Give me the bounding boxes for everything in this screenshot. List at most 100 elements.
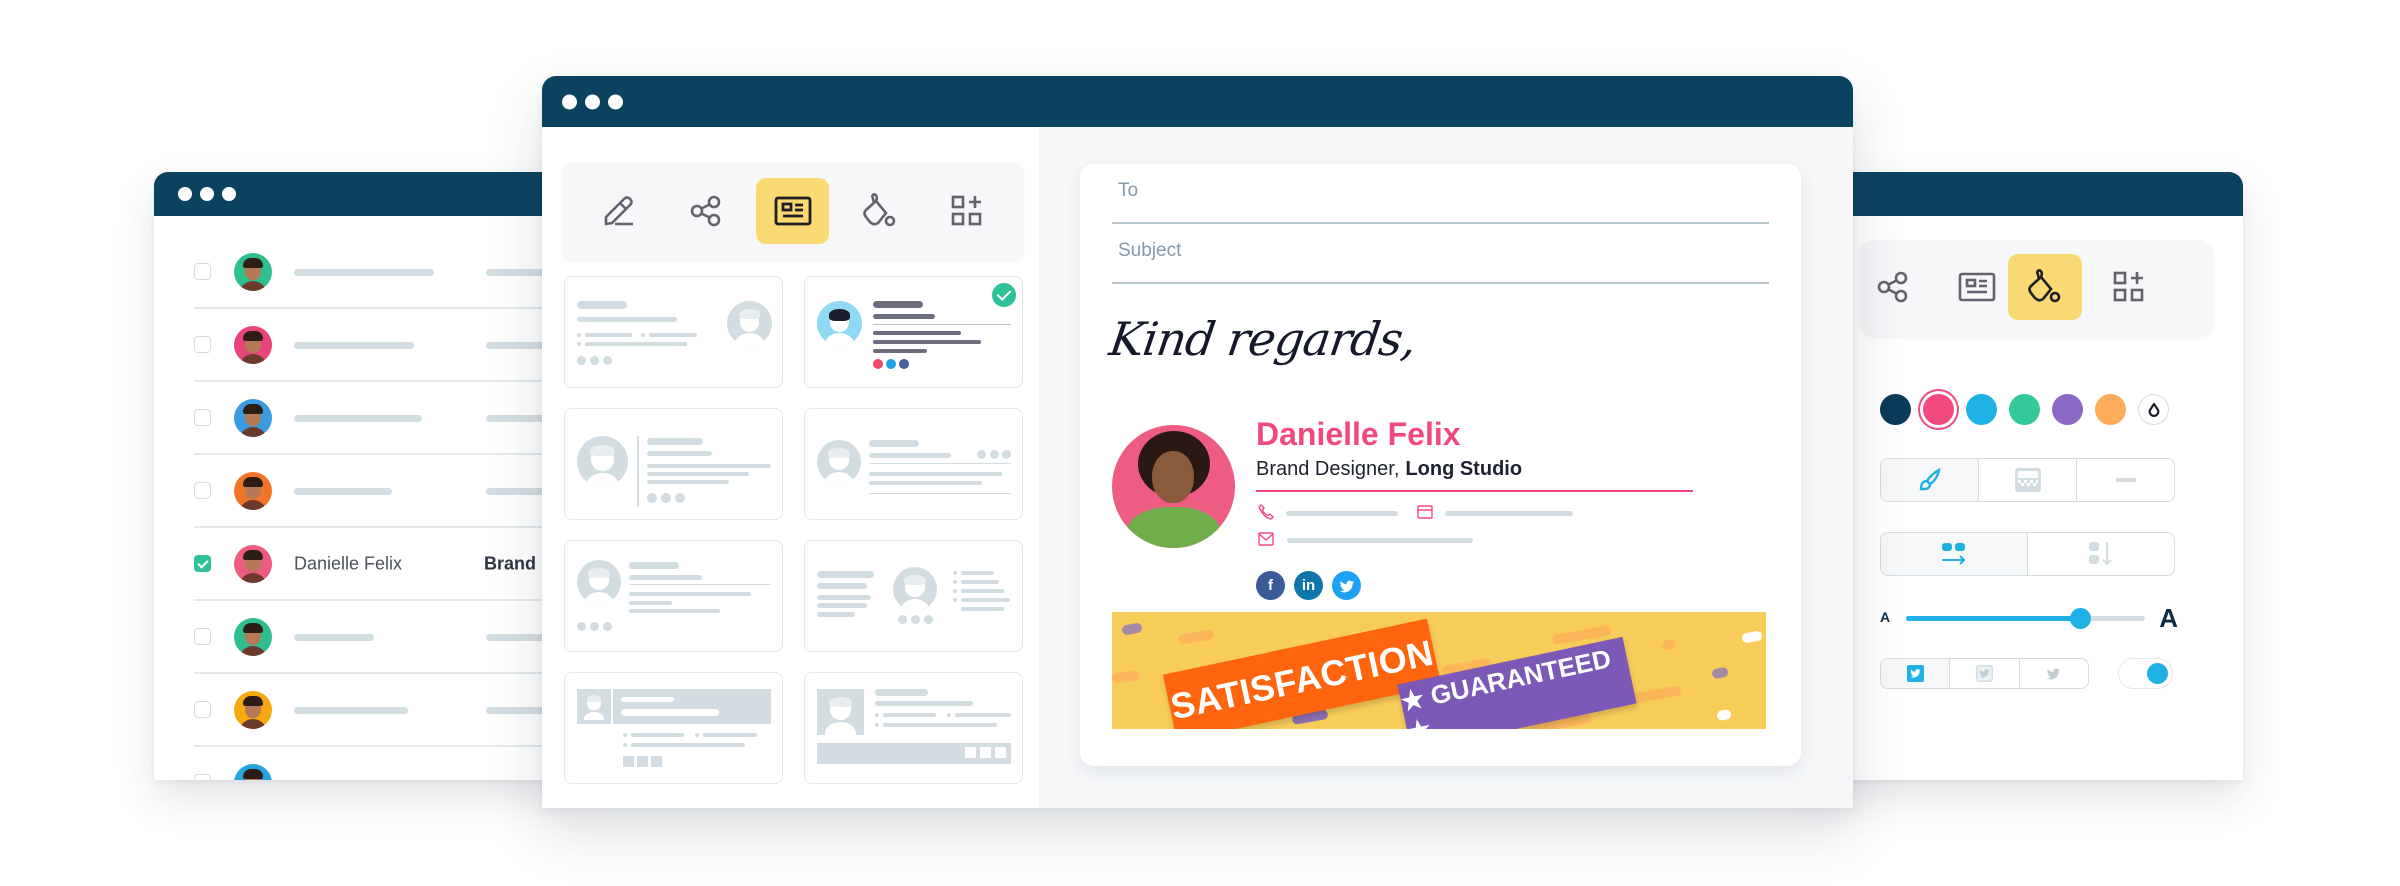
paint-bucket-icon bbox=[862, 193, 895, 227]
toggle-knob bbox=[2147, 663, 2168, 684]
website-icon bbox=[1417, 505, 1433, 519]
avatar bbox=[234, 544, 272, 583]
slider-track[interactable] bbox=[1906, 608, 2145, 629]
layout-tool-button[interactable] bbox=[1940, 254, 2014, 320]
row-checkbox[interactable] bbox=[194, 408, 211, 426]
color-swatch[interactable] bbox=[1966, 394, 1997, 425]
name-placeholder bbox=[294, 268, 434, 276]
avatar bbox=[234, 398, 272, 437]
contacts-window: Danielle FelixBrand Designer bbox=[154, 172, 574, 780]
avatar-placeholder bbox=[817, 689, 864, 735]
email-preview-pane: To Subject Kind regards, Danielle Felix … bbox=[1039, 127, 1853, 808]
facebook-icon[interactable]: f bbox=[1256, 571, 1285, 600]
signature-divider bbox=[1256, 490, 1693, 492]
font-size-slider: A A bbox=[1880, 602, 2178, 633]
window-dot[interactable] bbox=[562, 94, 577, 109]
window-dot[interactable] bbox=[200, 187, 214, 201]
subject-field[interactable]: Subject bbox=[1112, 224, 1769, 284]
divider-brush-option[interactable] bbox=[1881, 459, 1979, 501]
editor-toolbar bbox=[562, 163, 1023, 259]
contact-row[interactable]: Danielle FelixBrand Designer bbox=[194, 528, 574, 601]
horizontal-layout-option[interactable] bbox=[1881, 533, 2028, 575]
social-style-plain-option[interactable] bbox=[2020, 659, 2088, 688]
promo-banner[interactable]: SATISFACTION ★ GUARANTEED ★ bbox=[1112, 612, 1766, 729]
window-dot[interactable] bbox=[585, 94, 600, 109]
row-checkbox[interactable] bbox=[194, 554, 211, 572]
design-toolbar bbox=[1860, 240, 2213, 336]
share-icon bbox=[1877, 271, 1908, 303]
row-checkbox[interactable] bbox=[194, 773, 211, 780]
template-card[interactable] bbox=[564, 408, 783, 520]
window-dot[interactable] bbox=[222, 187, 236, 201]
name-placeholder bbox=[294, 706, 408, 714]
vertical-layout-option[interactable] bbox=[2028, 533, 2174, 575]
divider-pattern-option[interactable] bbox=[1979, 459, 2077, 501]
social-style-outline-option[interactable] bbox=[1950, 659, 2020, 688]
row-checkbox[interactable] bbox=[194, 700, 211, 718]
divider-line-option[interactable] bbox=[2077, 459, 2174, 501]
design-window: A A bbox=[1800, 172, 2243, 780]
linkedin-icon[interactable]: in bbox=[1294, 571, 1323, 600]
slider-thumb[interactable] bbox=[2070, 608, 2092, 629]
color-swatch[interactable] bbox=[1923, 394, 1954, 425]
row-checkbox[interactable] bbox=[194, 627, 211, 645]
style-tool-button[interactable] bbox=[2008, 254, 2082, 320]
contact-row[interactable] bbox=[194, 674, 574, 747]
contact-row[interactable] bbox=[194, 382, 574, 455]
contact-row[interactable] bbox=[194, 455, 574, 528]
paint-bucket-icon bbox=[2028, 269, 2061, 303]
name-placeholder bbox=[294, 487, 392, 495]
apps-tool-button[interactable] bbox=[930, 178, 1003, 244]
apps-tool-button[interactable] bbox=[2092, 254, 2166, 320]
droplet-icon bbox=[2148, 402, 2159, 417]
share-tool-button[interactable] bbox=[1856, 254, 1930, 320]
edit-details-tool-button[interactable] bbox=[582, 178, 655, 244]
template-card[interactable] bbox=[804, 540, 1023, 652]
pattern-icon bbox=[2014, 468, 2041, 492]
contact-row[interactable] bbox=[194, 236, 574, 309]
template-card[interactable] bbox=[804, 672, 1023, 784]
template-card-selected[interactable] bbox=[804, 276, 1023, 388]
template-card[interactable] bbox=[564, 540, 783, 652]
avatar bbox=[234, 763, 272, 780]
add-widget-icon bbox=[2113, 271, 2144, 302]
contact-row[interactable] bbox=[194, 601, 574, 674]
color-swatch[interactable] bbox=[1880, 394, 1911, 425]
window-dot[interactable] bbox=[178, 187, 192, 201]
to-field[interactable]: To bbox=[1112, 164, 1769, 224]
twitter-plain-icon bbox=[2047, 668, 2061, 680]
template-card[interactable] bbox=[564, 672, 783, 784]
avatar-placeholder bbox=[817, 301, 862, 346]
social-icon-style-selector bbox=[1880, 658, 2089, 689]
contact-name: Danielle Felix bbox=[294, 553, 403, 573]
template-card[interactable] bbox=[564, 276, 783, 388]
color-swatch[interactable] bbox=[2052, 394, 2083, 425]
custom-color-button[interactable] bbox=[2138, 394, 2169, 425]
avatar-placeholder bbox=[577, 436, 628, 487]
closing-text: Kind regards, bbox=[1106, 312, 1420, 366]
template-tool-button[interactable] bbox=[756, 178, 829, 244]
avatar-placeholder bbox=[817, 440, 861, 484]
line-icon bbox=[2115, 478, 2136, 482]
style-tool-button[interactable] bbox=[843, 178, 916, 244]
template-card[interactable] bbox=[804, 408, 1023, 520]
color-swatch[interactable] bbox=[2095, 394, 2126, 425]
social-tool-button[interactable] bbox=[669, 178, 742, 244]
signature-name: Danielle Felix bbox=[1256, 416, 1461, 452]
row-checkbox[interactable] bbox=[194, 335, 211, 353]
color-swatch[interactable] bbox=[2009, 394, 2040, 425]
window-dot[interactable] bbox=[608, 94, 623, 109]
title-bar bbox=[154, 172, 574, 216]
slider-fill bbox=[1906, 616, 2081, 621]
twitter-square-filled-icon bbox=[1906, 665, 1924, 682]
twitter-icon[interactable] bbox=[1332, 571, 1361, 600]
brush-icon bbox=[1919, 467, 1941, 491]
contact-row[interactable] bbox=[194, 747, 574, 780]
add-widget-icon bbox=[951, 195, 981, 226]
contact-row[interactable] bbox=[194, 309, 574, 382]
social-style-filled-option[interactable] bbox=[1881, 659, 1951, 688]
row-checkbox[interactable] bbox=[194, 481, 211, 499]
row-checkbox[interactable] bbox=[194, 262, 211, 280]
font-size-large-label: A bbox=[2159, 603, 2178, 633]
toggle-switch[interactable] bbox=[2118, 658, 2173, 689]
